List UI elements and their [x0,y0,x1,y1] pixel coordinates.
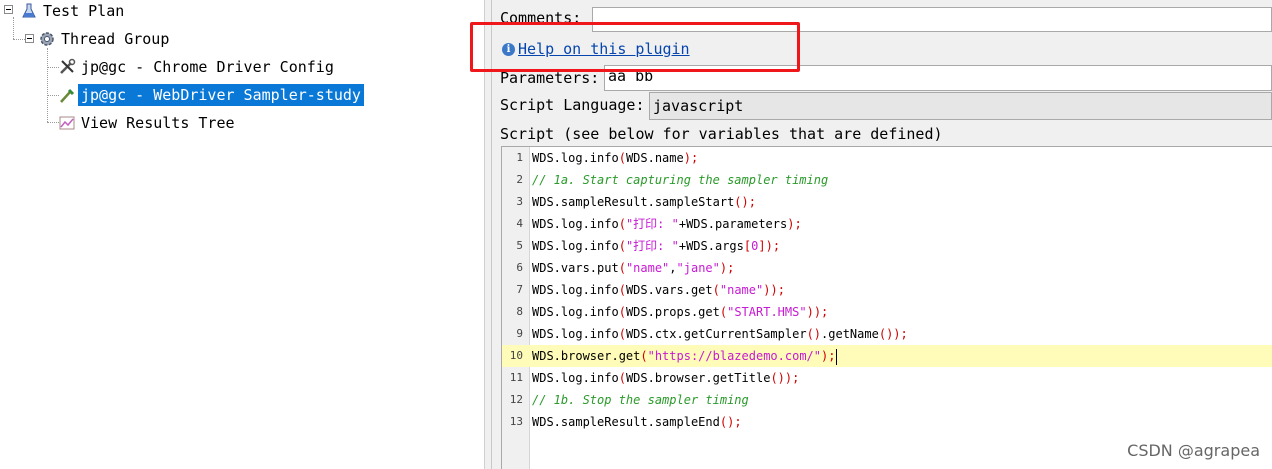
line-number: 3 [516,195,523,208]
tree-node-label: Thread Group [61,30,170,48]
script-label: Script (see below for variables that are… [500,125,943,143]
line-number: 6 [516,261,523,274]
line-number: 8 [516,305,523,318]
script-language-select[interactable]: javascript [649,92,1272,120]
code-line[interactable]: 8 WDS.log.info(WDS.props.get("START.HMS")… [502,301,1272,323]
tree-node-label: jp@gc - WebDriver Sampler-study [78,84,364,106]
code-text: WDS.log.info(WDS.vars.get("name")); [532,283,785,297]
line-number: 2 [516,173,523,186]
tools-icon [58,58,76,76]
tree-node-chrome-driver-config[interactable]: jp@gc - Chrome Driver Config [58,56,337,78]
line-number: 13 [509,415,523,428]
code-text: WDS.log.info("打印: "+WDS.parameters); [532,217,802,231]
watermark: CSDN @agrapea [1127,441,1260,460]
tree-node-label: Test Plan [43,2,125,20]
code-line[interactable]: 5 WDS.log.info("打印: "+WDS.args[0]); [502,235,1272,257]
line-number: 4 [516,217,523,230]
tree-node-label: jp@gc - Chrome Driver Config [81,58,334,76]
code-text: WDS.log.info("打印: "+WDS.args[0]); [532,239,781,253]
code-text: WDS.sampleResult.sampleStart(); [532,195,756,209]
code-text: WDS.log.info(WDS.browser.getTitle()); [532,371,800,385]
code-line[interactable]: 7 WDS.log.info(WDS.vars.get("name")); [502,279,1272,301]
code-text: WDS.log.info(WDS.ctx.getCurrentSampler()… [532,327,908,341]
code-line[interactable]: 1 WDS.log.info(WDS.name); [502,147,1272,169]
line-number: 10 [509,349,523,362]
tree-connector [47,48,48,122]
line-number: 7 [516,283,523,296]
tree-connector [13,39,25,40]
line-number: 5 [516,239,523,252]
code-line[interactable]: 3 WDS.sampleResult.sampleStart(); [502,191,1272,213]
code-line[interactable]: 9 WDS.log.info(WDS.ctx.getCurrentSampler(… [502,323,1272,345]
code-line[interactable]: 4 WDS.log.info("打印: "+WDS.parameters); [502,213,1272,235]
code-text: // 1b. Stop the sampler timing [532,393,749,407]
code-text: WDS.log.info(WDS.name); [532,151,699,165]
code-line[interactable]: 10 WDS.browser.get("https://blazedemo.com… [502,345,1272,367]
line-number: 9 [516,327,523,340]
line-number: 11 [509,371,523,384]
code-text: WDS.browser.get("https://blazedemo.com/"… [532,348,838,365]
code-text: // 1a. Start capturing the sampler timin… [532,173,829,187]
line-number: 1 [516,151,523,164]
test-plan-tree: Test Plan Thread Group jp@gc - Chrome Dr… [0,0,484,469]
code-text: WDS.vars.put("name","jane"); [532,261,735,275]
code-line[interactable]: 13 WDS.sampleResult.sampleEnd(); [502,411,1272,433]
tree-connector [13,17,14,39]
chart-icon [58,114,76,132]
code-line[interactable]: 12 // 1b. Stop the sampler timing [502,389,1272,411]
annotation-highlight-box [470,22,800,72]
pipette-icon [58,86,76,104]
flask-icon [20,2,38,20]
gear-icon [38,30,56,48]
code-text: WDS.sampleResult.sampleEnd(); [532,415,742,429]
code-line[interactable]: 11 WDS.log.info(WDS.browser.getTitle()); [502,367,1272,389]
collapse-toggle[interactable] [25,34,34,43]
tree-node-thread-group[interactable]: Thread Group [38,28,172,50]
code-line[interactable]: 2 // 1a. Start capturing the sampler timi… [502,169,1272,191]
script-editor[interactable]: 1 WDS.log.info(WDS.name); 2 // 1a. Start ca… [501,146,1272,469]
collapse-toggle[interactable] [4,5,13,14]
tree-node-view-results-tree[interactable]: View Results Tree [58,112,238,134]
tree-node-webdriver-sampler[interactable]: jp@gc - WebDriver Sampler-study [58,84,364,106]
script-language-label: Script Language: [500,96,645,114]
tree-node-test-plan[interactable]: Test Plan [20,0,127,22]
text-caret [836,348,838,365]
code-line[interactable]: 6 WDS.vars.put("name","jane"); [502,257,1272,279]
tree-node-label: View Results Tree [81,114,235,132]
line-number: 12 [509,393,523,406]
code-text: WDS.log.info(WDS.props.get("START.HMS"))… [532,305,829,319]
